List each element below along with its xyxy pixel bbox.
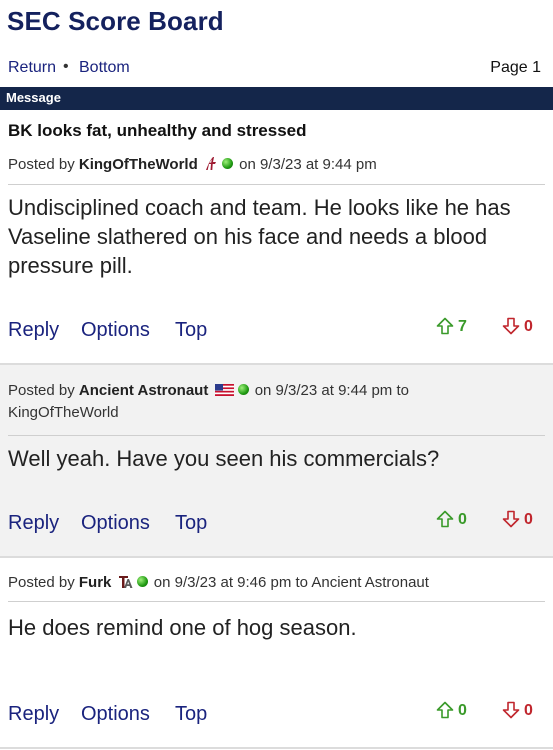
post-actions: Reply Options Top 0 0 bbox=[0, 510, 553, 542]
online-status-icon bbox=[136, 576, 148, 587]
top-button[interactable]: Top bbox=[175, 703, 207, 726]
post-1: Posted by KingOfTheWorld on 9/3/23 at 9:… bbox=[0, 150, 553, 365]
upvote-count: 0 bbox=[458, 702, 467, 719]
thread-title: BK looks fat, unhealthy and stressed bbox=[8, 121, 307, 140]
post-timestamp: on 9/3/23 at 9:46 pm to Ancient Astronau… bbox=[153, 574, 429, 591]
post-body: He does remind one of hog season. bbox=[8, 615, 357, 640]
post-author[interactable]: Ancient Astronaut bbox=[79, 382, 208, 399]
options-button[interactable]: Options bbox=[81, 703, 150, 726]
post-body: Undisciplined coach and team. He looks l… bbox=[8, 195, 511, 278]
post-byline: Posted by Ancient Astronaut on 9/3/23 at… bbox=[8, 380, 543, 424]
top-button[interactable]: Top bbox=[175, 319, 207, 342]
post-actions: Reply Options Top 0 0 bbox=[0, 701, 553, 733]
downvote-button[interactable]: 0 bbox=[502, 317, 533, 336]
post-divider bbox=[8, 184, 545, 185]
downvote-button[interactable]: 0 bbox=[502, 701, 533, 720]
post-separator bbox=[0, 747, 553, 749]
upvote-button[interactable]: 7 bbox=[436, 317, 467, 336]
page-indicator: Page 1 bbox=[490, 59, 541, 76]
post-body: Well yeah. Have you seen his commercials… bbox=[8, 446, 440, 471]
options-button[interactable]: Options bbox=[81, 319, 150, 342]
downvote-count: 0 bbox=[524, 702, 533, 719]
post-3: Posted by Furk on 9/3/23 at 9:46 pm to A… bbox=[0, 558, 553, 750]
downvote-button[interactable]: 0 bbox=[502, 510, 533, 529]
post-timestamp: on 9/3/23 at 9:44 pm to bbox=[254, 382, 409, 399]
post-actions: Reply Options Top 7 0 bbox=[0, 317, 553, 349]
post-author[interactable]: Furk bbox=[79, 574, 112, 591]
arrow-up-icon bbox=[436, 317, 454, 335]
options-button[interactable]: Options bbox=[81, 512, 150, 535]
us-flag-icon bbox=[214, 384, 234, 396]
arrow-down-icon bbox=[502, 701, 520, 719]
post-byline: Posted by KingOfTheWorld on 9/3/23 at 9:… bbox=[8, 154, 377, 178]
reply-button[interactable]: Reply bbox=[8, 319, 59, 342]
post-2: Posted by Ancient Astronaut on 9/3/23 at… bbox=[0, 365, 553, 558]
alabama-script-a-icon bbox=[204, 156, 218, 178]
top-button[interactable]: Top bbox=[175, 512, 207, 535]
post-byline: Posted by Furk on 9/3/23 at 9:46 pm to A… bbox=[8, 572, 429, 596]
upvote-count: 7 bbox=[458, 318, 467, 335]
posted-by-label: Posted by bbox=[8, 382, 75, 399]
reply-to-user[interactable]: KingOfTheWorld bbox=[8, 404, 119, 421]
online-status-icon bbox=[221, 158, 233, 169]
upvote-count: 0 bbox=[458, 511, 467, 528]
upvote-button[interactable]: 0 bbox=[436, 701, 467, 720]
return-link[interactable]: Return bbox=[8, 59, 56, 77]
nav-separator: • bbox=[63, 58, 69, 75]
reply-button[interactable]: Reply bbox=[8, 512, 59, 535]
downvote-count: 0 bbox=[524, 511, 533, 528]
message-header-bar: Message bbox=[0, 87, 553, 110]
posted-by-label: Posted by bbox=[8, 156, 75, 173]
reply-button[interactable]: Reply bbox=[8, 703, 59, 726]
online-status-icon bbox=[237, 384, 249, 395]
top-nav: Return • Bottom Page 1 bbox=[0, 58, 553, 80]
downvote-count: 0 bbox=[524, 318, 533, 335]
post-divider bbox=[8, 435, 545, 436]
posted-by-label: Posted by bbox=[8, 574, 75, 591]
post-divider bbox=[8, 601, 545, 602]
arrow-up-icon bbox=[436, 701, 454, 719]
site-title[interactable]: SEC Score Board bbox=[7, 6, 224, 37]
bottom-link[interactable]: Bottom bbox=[79, 59, 130, 77]
arrow-down-icon bbox=[502, 510, 520, 528]
arrow-up-icon bbox=[436, 510, 454, 528]
texas-am-logo-icon bbox=[118, 574, 133, 596]
post-timestamp: on 9/3/23 at 9:44 pm bbox=[239, 156, 377, 173]
upvote-button[interactable]: 0 bbox=[436, 510, 467, 529]
post-author[interactable]: KingOfTheWorld bbox=[79, 156, 198, 173]
arrow-down-icon bbox=[502, 317, 520, 335]
